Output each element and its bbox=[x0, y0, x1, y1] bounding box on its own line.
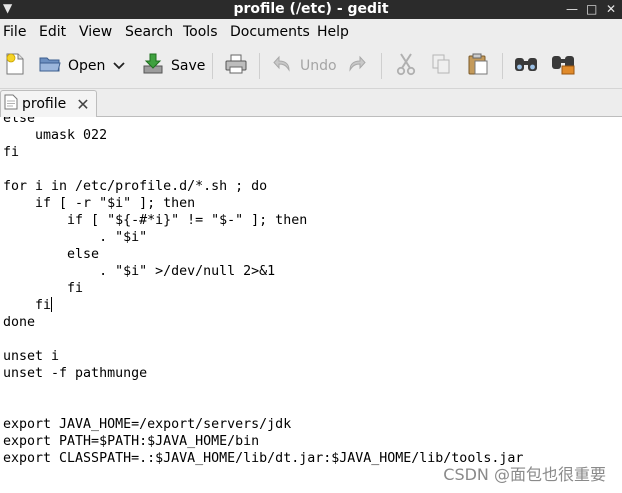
menu-view[interactable]: View bbox=[79, 24, 112, 40]
code-line: ​ bbox=[3, 399, 523, 416]
redo-icon bbox=[345, 53, 367, 79]
menu-documents[interactable]: Documents bbox=[230, 24, 310, 40]
copy-icon bbox=[430, 52, 452, 80]
cut-icon bbox=[395, 52, 417, 80]
document-tab-bar: profile ✕ bbox=[0, 89, 622, 117]
code-line: fi bbox=[3, 281, 84, 296]
menu-bar: File Edit View Search Tools Documents He… bbox=[0, 19, 622, 45]
code-line: export PATH=$PATH:$JAVA_HOME/bin bbox=[3, 434, 260, 449]
text-document-icon bbox=[4, 94, 18, 114]
new-document-icon bbox=[4, 52, 26, 80]
code-line: done bbox=[3, 315, 36, 330]
redo-button[interactable] bbox=[345, 51, 367, 81]
editor-text[interactable]: else umask 022fi​for i in /etc/profile.d… bbox=[3, 117, 523, 467]
find-icon bbox=[513, 52, 539, 80]
title-bar: ▼ profile (/etc) - gedit — □ ✕ bbox=[0, 0, 622, 19]
print-button[interactable] bbox=[224, 51, 248, 81]
code-line: else bbox=[3, 117, 36, 126]
open-button[interactable]: Open bbox=[38, 51, 105, 81]
undo-icon bbox=[272, 53, 294, 79]
code-line: for i in /etc/profile.d/*.sh ; do bbox=[3, 179, 268, 194]
code-line: ​ bbox=[3, 161, 523, 178]
window-title: profile (/etc) - gedit bbox=[233, 1, 389, 17]
toolbar-separator bbox=[381, 53, 382, 79]
menu-edit[interactable]: Edit bbox=[39, 24, 66, 40]
undo-button[interactable]: Undo bbox=[272, 51, 337, 81]
open-recent-dropdown[interactable] bbox=[112, 51, 126, 81]
copy-button[interactable] bbox=[430, 51, 452, 81]
cut-button[interactable] bbox=[395, 51, 417, 81]
minimize-button[interactable]: — bbox=[566, 1, 578, 17]
close-window-button[interactable]: ✕ bbox=[606, 1, 616, 17]
code-line: export JAVA_HOME=/export/servers/jdk bbox=[3, 417, 292, 432]
menu-tools[interactable]: Tools bbox=[183, 24, 218, 40]
toolbar-separator bbox=[502, 53, 503, 79]
code-line: else bbox=[3, 247, 100, 262]
save-button[interactable]: Save bbox=[141, 51, 205, 81]
menu-file[interactable]: File bbox=[3, 24, 26, 40]
close-tab-icon[interactable]: ✕ bbox=[76, 95, 89, 114]
toolbar-separator bbox=[212, 53, 213, 79]
maximize-button[interactable]: □ bbox=[586, 1, 597, 17]
paste-button[interactable] bbox=[466, 51, 490, 81]
code-line: unset -f pathmunge bbox=[3, 366, 148, 381]
toolbar: Open Save Undo bbox=[0, 45, 622, 89]
save-icon bbox=[141, 52, 165, 80]
code-line: fi bbox=[3, 145, 20, 160]
code-line: umask 022 bbox=[3, 128, 108, 143]
paste-icon bbox=[466, 52, 490, 80]
code-line: unset i bbox=[3, 349, 60, 364]
text-caret bbox=[51, 297, 53, 312]
find-replace-icon bbox=[550, 52, 576, 80]
code-line: . "$i" bbox=[3, 230, 148, 245]
code-line: ​ bbox=[3, 382, 523, 399]
find-replace-button[interactable] bbox=[550, 51, 576, 81]
toolbar-separator bbox=[259, 53, 260, 79]
tab-label: profile bbox=[22, 96, 67, 112]
code-line: if [ "${-#*i}" != "$-" ]; then bbox=[3, 213, 308, 228]
text-editor-area[interactable]: else umask 022fi​for i in /etc/profile.d… bbox=[0, 117, 622, 493]
tab-profile[interactable]: profile ✕ bbox=[0, 90, 97, 117]
find-button[interactable] bbox=[513, 51, 539, 81]
new-document-button[interactable] bbox=[4, 51, 26, 81]
open-label: Open bbox=[68, 58, 106, 74]
code-line: ​ bbox=[3, 331, 523, 348]
watermark: CSDN @面包也很重要 bbox=[443, 465, 606, 484]
menu-help[interactable]: Help bbox=[317, 24, 349, 40]
print-icon bbox=[224, 52, 248, 80]
chevron-down-icon bbox=[112, 57, 126, 76]
menu-search[interactable]: Search bbox=[125, 24, 173, 40]
code-line: if [ -r "$i" ]; then bbox=[3, 196, 196, 211]
code-line: . "$i" >/dev/null 2>&1 bbox=[3, 264, 276, 279]
undo-label: Undo bbox=[300, 58, 337, 74]
save-label: Save bbox=[171, 58, 206, 74]
code-line: fi bbox=[3, 297, 53, 313]
folder-icon bbox=[38, 53, 62, 79]
